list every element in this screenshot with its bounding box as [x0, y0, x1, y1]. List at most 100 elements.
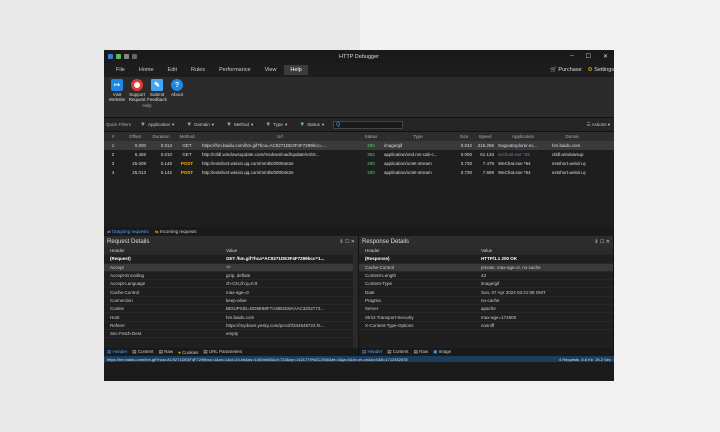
visit-website-label: Visit Website — [108, 92, 126, 102]
row-key: X-Content-Type-Options — [365, 322, 414, 328]
panel-controls[interactable]: ⇕ ☐ ✕ — [594, 239, 610, 245]
submit-feedback-button[interactable]: ✎ Submit Feedback — [147, 79, 167, 102]
row-key: Date — [365, 289, 375, 295]
row-key: Content-Length — [365, 273, 397, 279]
table-row[interactable]: Referer https://mydown.yesky.com/pcsoft/3… — [104, 322, 358, 330]
status-bar: https://hm.baidu.com/hm.gif?hca=AC9271DE… — [104, 356, 614, 362]
tab-cookies[interactable]: ● Cookies — [178, 350, 198, 355]
filter-status[interactable]: ▼ Status ▾ — [296, 122, 327, 128]
submit-feedback-label: Submit Feedback — [147, 92, 167, 102]
menu-performance[interactable]: Performance — [213, 65, 257, 75]
filter-type[interactable]: ▼ Type ▾ — [262, 122, 290, 128]
filter-method[interactable]: ▼ Method ▾ — [223, 122, 256, 128]
cell-application: WeChat.exe *64 — [498, 161, 531, 166]
actions-button[interactable]: ☰ Actions ▾ — [587, 122, 610, 128]
tab-label: Content — [137, 349, 154, 354]
column-url[interactable]: Url — [200, 134, 360, 139]
panel-controls[interactable]: ⇕ ☐ ✕ — [339, 239, 355, 245]
filter-application[interactable]: ▼ Application ▾ — [137, 122, 177, 128]
table-row[interactable]: 4 25.013 0.142 POST http://extshort.weix… — [104, 168, 614, 177]
column-method[interactable]: Method — [174, 134, 200, 139]
menu-view[interactable]: View — [259, 65, 283, 75]
column-duration[interactable]: Duration — [148, 134, 174, 139]
about-button[interactable]: ? About — [168, 79, 186, 102]
tab-raw[interactable]: ▤ Raw — [414, 349, 429, 355]
column-application[interactable]: Application — [496, 134, 550, 139]
header-column: Header — [110, 248, 125, 254]
tab-incoming-requests[interactable]: ⇆ Incoming requests — [155, 229, 197, 235]
table-row[interactable]: Cache-Control private, max-age=0, no-cach… — [359, 263, 613, 272]
table-row[interactable]: Accept-Language zh-CN,zh;q=0.9 — [104, 280, 358, 289]
column-size[interactable]: Size — [454, 134, 474, 139]
table-row[interactable]: (Request) GET /hm.gif?hca=AC9271DE3F4F729… — [104, 255, 358, 264]
search-input[interactable]: Q — [333, 120, 404, 129]
table-row[interactable]: 2 6.455 0.010 GET http://ctldl.windowsup… — [104, 150, 614, 159]
purchase-link[interactable]: 🛒 Purchase — [550, 67, 582, 73]
column-number[interactable]: # — [104, 134, 122, 139]
table-row[interactable]: 3 25.009 0.146 POST http://extshort.weix… — [104, 159, 614, 168]
scrollbar[interactable] — [353, 247, 358, 348]
column-domain[interactable]: Domai — [550, 134, 594, 139]
cell-type: application/octet-stream — [384, 170, 432, 175]
table-row[interactable]: (Response) HTTP/1.1 200 OK — [359, 255, 613, 264]
table-row[interactable]: 1 0.000 0.013 GET https://hm.baidu.com/h… — [104, 141, 614, 150]
visit-website-button[interactable]: ↦ Visit Website — [108, 79, 126, 102]
tab-content[interactable]: ▤ Content — [387, 349, 408, 355]
table-row[interactable]: Content-Type image/gif — [359, 280, 613, 289]
minimize-icon[interactable]: – — [570, 53, 573, 60]
tab-header[interactable]: ▤ Header — [362, 349, 382, 355]
value-column: Value — [481, 248, 493, 254]
column-offset[interactable]: Offset — [122, 134, 148, 139]
close-icon[interactable]: ✕ — [603, 53, 608, 60]
cell-url: http://extshort.weixin.qq.com/mmtls/0000… — [202, 170, 294, 175]
row-key: Accept-Language — [110, 281, 146, 287]
response-headers-table: Header Value (Response) HTTP/1.1 200 OK Ca… — [359, 247, 613, 348]
column-speed[interactable]: Speed — [474, 134, 496, 139]
column-status[interactable]: Status — [360, 134, 382, 139]
window-title: HTTP Debugger — [339, 53, 379, 60]
menu-help[interactable]: Help — [284, 65, 308, 75]
ribbon-group-help: ↦ Visit Website Support Request ✎ Submit… — [108, 79, 186, 115]
menu-edit[interactable]: Edit — [162, 65, 183, 75]
row-value: Sun, 07 Apr 2024 03:21:08 GMT — [481, 289, 546, 295]
settings-link[interactable]: ⚙ Settings — [588, 67, 614, 73]
cell-size: 0.000 — [460, 152, 472, 157]
table-row[interactable]: Connection keep-alive — [104, 297, 358, 306]
menu-rules[interactable]: Rules — [185, 65, 211, 75]
actions-icon: ☰ — [586, 121, 591, 127]
tab-url-parameters[interactable]: ▤ URL Parameters — [203, 349, 242, 355]
row-key: Server — [365, 306, 379, 312]
table-row[interactable]: Sec-Fetch-Dest empty — [104, 330, 358, 339]
menu-home[interactable]: Home — [133, 65, 160, 75]
tab-content[interactable]: ▤ Content — [132, 349, 153, 355]
maximize-icon[interactable]: ☐ — [586, 53, 591, 60]
menu-file[interactable]: File — [110, 65, 131, 75]
tab-header[interactable]: ▤ Header — [107, 349, 127, 355]
filter-domain[interactable]: ▼ Domain ▾ — [183, 122, 217, 128]
table-row[interactable]: X-Content-Type-Options nosniff — [359, 322, 613, 330]
support-request-button[interactable]: Support Request — [128, 79, 146, 102]
table-row[interactable]: Accept-Encoding gzip, deflate — [104, 272, 358, 281]
row-key: Cache-Control — [110, 289, 140, 295]
quick-filters-label: Quick Filters — [106, 122, 132, 127]
table-row[interactable]: Host hm.baidu.com — [104, 313, 358, 322]
cell-status: 200 — [367, 170, 375, 175]
image-icon: ▣ — [433, 349, 438, 354]
tab-raw[interactable]: ▤ Raw — [159, 349, 174, 355]
table-row[interactable]: Strict-Transport-Security max-age=172800 — [359, 313, 613, 322]
status-time: 25.2 Sec — [595, 356, 611, 362]
table-row[interactable]: Accept */* — [104, 263, 358, 272]
row-key: Cookie — [110, 306, 125, 312]
table-row[interactable]: Pragma no-cache — [359, 297, 613, 306]
table-row[interactable]: Cookie BIDUPSID=DD9E88F7A3881E8AAAC320277… — [104, 305, 358, 314]
cell-duration: 0.010 — [160, 152, 172, 157]
table-row[interactable]: Content-Length 43 — [359, 272, 613, 281]
column-type[interactable]: Type — [382, 134, 454, 139]
tab-outgoing-requests[interactable]: ⇄ Outgoing requests — [107, 229, 149, 235]
table-header: Header Value — [359, 247, 613, 256]
table-row[interactable]: Date Sun, 07 Apr 2024 03:21:08 GMT — [359, 288, 613, 297]
table-row[interactable]: Server apache — [359, 305, 613, 314]
table-row[interactable]: Cache-Control max-age=0 — [104, 288, 358, 297]
tab-label: Cookies — [182, 349, 199, 355]
tab-image[interactable]: ▣ Image — [433, 349, 451, 355]
